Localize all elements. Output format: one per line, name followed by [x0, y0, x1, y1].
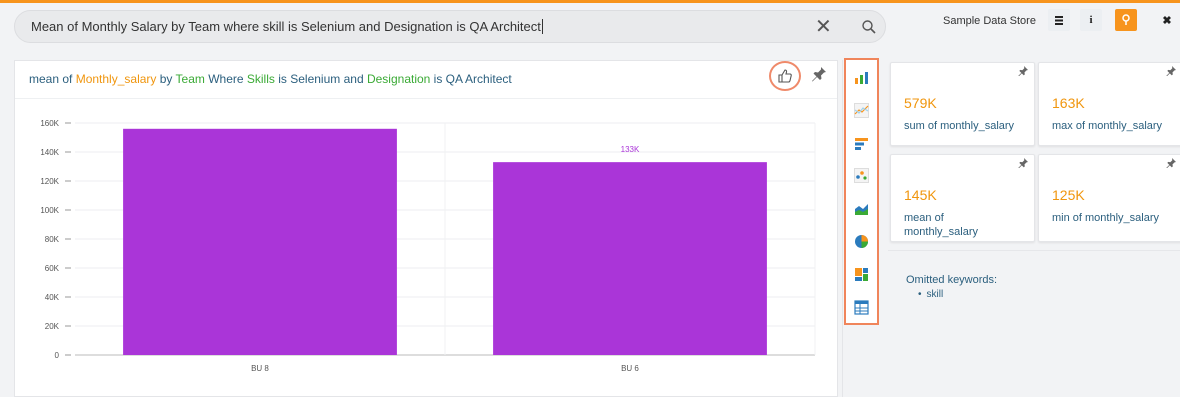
close-icon: ✖ — [1162, 14, 1172, 27]
chart-panel: mean of Monthly_salary by Team Where Ski… — [14, 60, 838, 397]
pin-icon[interactable] — [1018, 158, 1028, 168]
bar-chart: 0 20K 40K 60K 80K 100K 120K 140K 160K BU 8 BU 6 133… — [40, 119, 816, 373]
card-label: sum of monthly_salary — [904, 120, 1015, 132]
y-tick-label: 80K — [45, 235, 60, 244]
info-button[interactable]: i — [1080, 9, 1102, 31]
thumbs-up-button[interactable] — [769, 61, 801, 91]
summary-card[interactable]: 163K max of monthly_salary — [1038, 62, 1180, 146]
table-icon[interactable] — [854, 300, 869, 315]
y-tick-label: 140K — [40, 148, 59, 157]
search-input[interactable]: Mean of Monthly Salary by Team where ski… — [31, 19, 543, 34]
omitted-keywords-list: skill — [918, 289, 944, 300]
card-value: 125K — [1052, 187, 1085, 203]
pin-icon[interactable] — [1166, 66, 1176, 76]
y-tick-label: 20K — [45, 322, 60, 331]
database-icon — [1055, 15, 1063, 25]
omitted-keyword: skill — [918, 289, 944, 300]
search-bar[interactable]: Mean of Monthly Salary by Team where ski… — [14, 10, 886, 43]
x-tick-label: BU 8 — [251, 364, 269, 373]
location-pin-icon — [1122, 14, 1130, 25]
omitted-keywords-panel: Omitted keywords: skill — [888, 250, 1180, 397]
panel-divider — [842, 60, 843, 397]
line-chart-icon[interactable] — [854, 103, 869, 118]
info-icon: i — [1089, 14, 1093, 26]
bar — [493, 162, 767, 355]
top-accent-bar — [0, 0, 1180, 3]
database-button[interactable] — [1048, 9, 1070, 31]
close-button[interactable]: ✖ — [1156, 9, 1178, 31]
y-tick-label: 100K — [40, 206, 59, 215]
treemap-icon[interactable] — [854, 267, 869, 282]
y-tick-label: 40K — [45, 293, 60, 302]
x-tick-label: BU 6 — [621, 364, 639, 373]
card-value: 579K — [904, 95, 937, 111]
card-label: max of monthly_salary — [1052, 120, 1163, 132]
y-tick-label: 160K — [40, 119, 59, 128]
y-tick-label: 0 — [55, 351, 60, 360]
y-tick-label: 60K — [45, 264, 60, 273]
omitted-keywords-title: Omitted keywords: — [906, 274, 998, 286]
pie-chart-icon[interactable] — [854, 234, 869, 249]
card-value: 163K — [1052, 95, 1085, 111]
data-label: 133K — [621, 145, 640, 154]
bar-chart-icon[interactable] — [854, 70, 869, 85]
data-store-label: Sample Data Store — [943, 15, 1036, 27]
title-divider — [15, 98, 837, 99]
y-tick-label: 120K — [40, 177, 59, 186]
card-label: mean of monthly_salary — [904, 212, 978, 238]
summary-card[interactable]: 145K mean of monthly_salary — [890, 154, 1035, 242]
summary-card[interactable]: 579K sum of monthly_salary — [890, 62, 1035, 146]
scatter-icon[interactable] — [854, 168, 869, 183]
clear-search-icon[interactable]: ✕ — [815, 14, 832, 39]
pin-icon[interactable] — [1018, 66, 1028, 76]
location-pin-button[interactable] — [1115, 9, 1137, 31]
chart-type-selector — [844, 58, 879, 325]
horizontal-bar-icon[interactable] — [854, 136, 869, 151]
chart-title: mean of Monthly_salary by Team Where Ski… — [29, 72, 512, 86]
card-label: min of monthly_salary — [1052, 212, 1159, 224]
card-value: 145K — [904, 187, 937, 203]
search-icon[interactable] — [861, 19, 877, 35]
bar — [123, 128, 397, 355]
area-chart-icon[interactable] — [854, 201, 869, 216]
thumbs-up-icon — [778, 69, 792, 83]
pin-chart-icon[interactable] — [810, 65, 828, 83]
summary-card[interactable]: 125K min of monthly_salary — [1038, 154, 1180, 242]
pin-icon[interactable] — [1166, 158, 1176, 168]
